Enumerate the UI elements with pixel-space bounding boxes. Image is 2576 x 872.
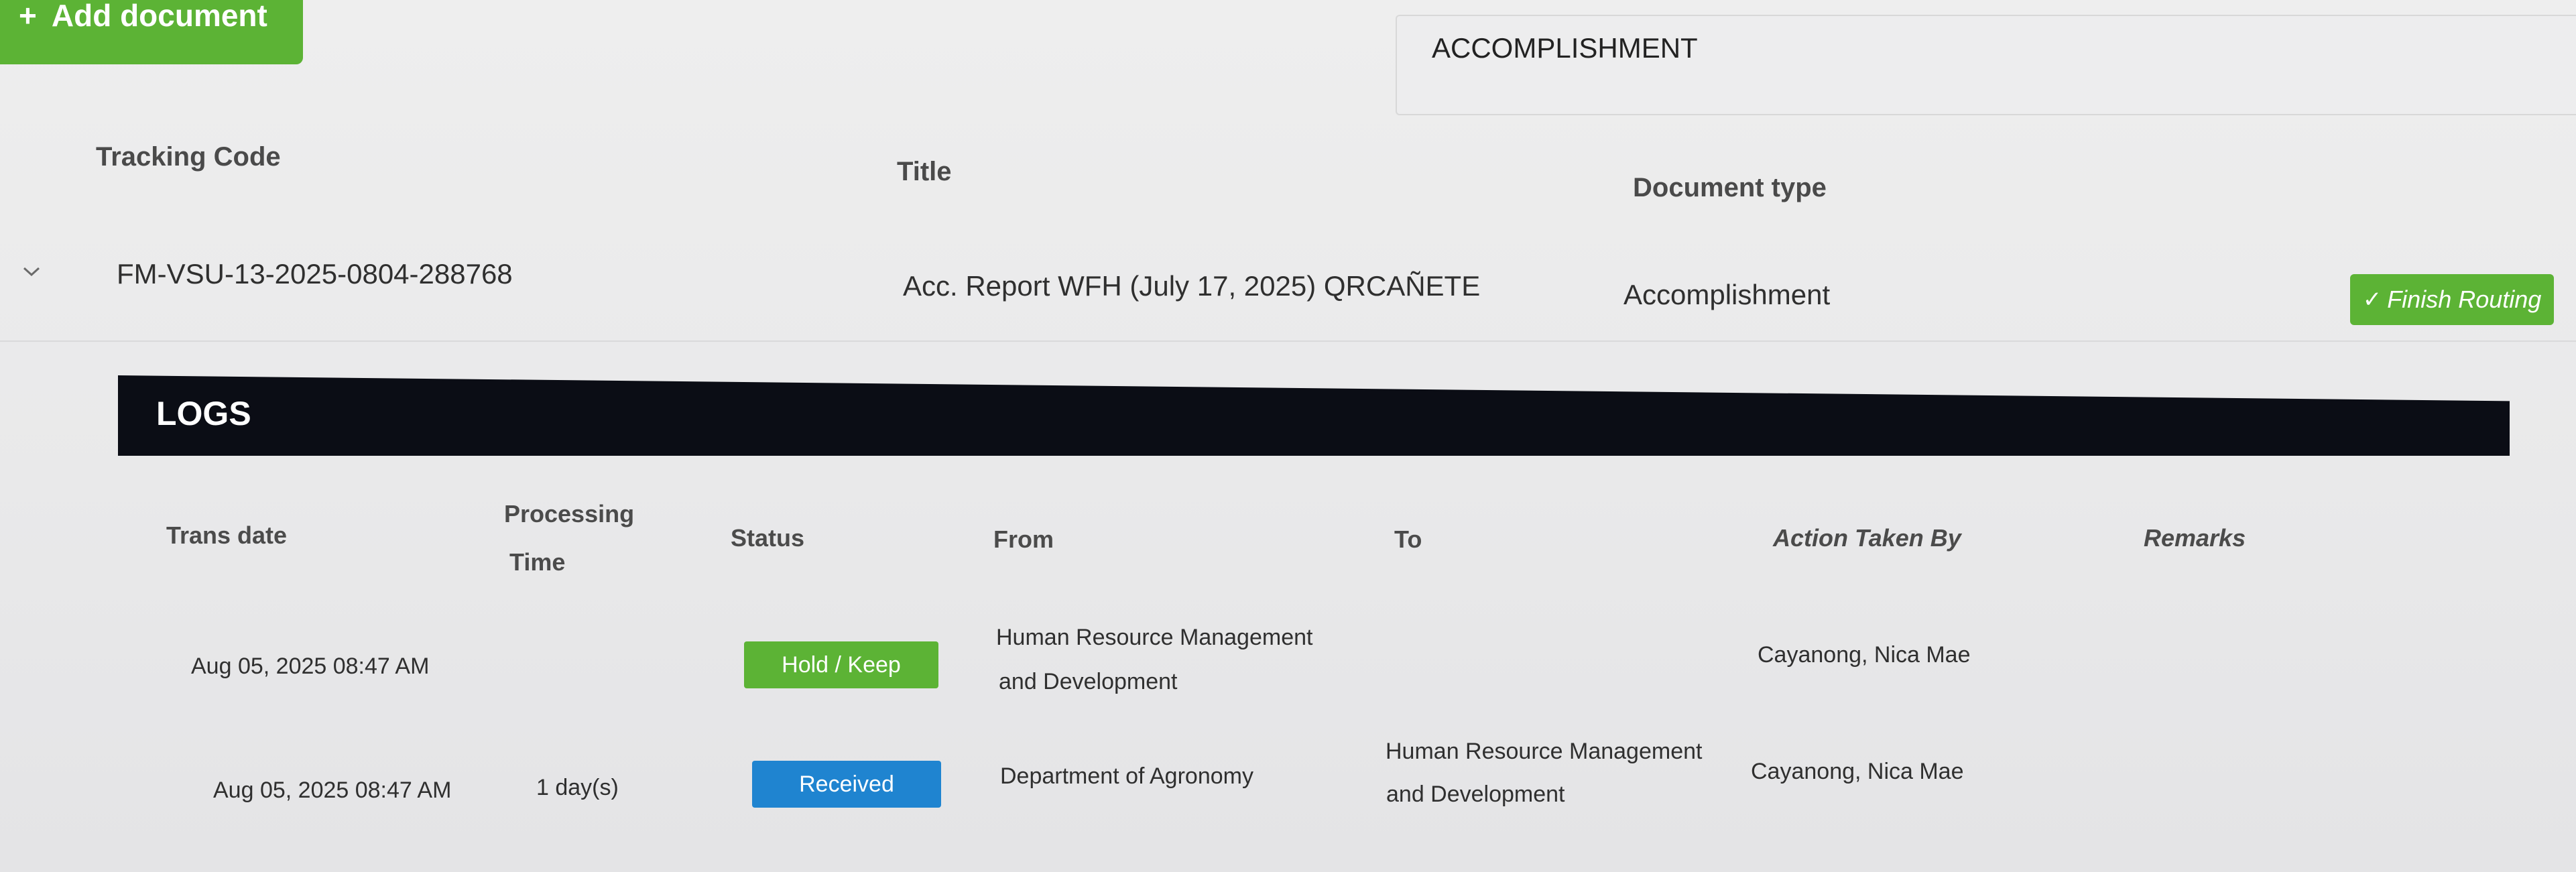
log-row-1-trans-date: Aug 05, 2025 08:47 AM (191, 653, 430, 679)
add-document-button[interactable]: + Add document (0, 0, 303, 64)
log-row-2-processing-time: 1 day(s) (536, 775, 619, 800)
column-header-title: Title (897, 157, 952, 186)
column-header-to: To (1394, 525, 1422, 553)
tracking-code: FM-VSU-13-2025-0804-288768 (117, 258, 513, 290)
log-row-2-to-line2: and Development (1386, 782, 1565, 807)
column-header-document-type: Document type (1633, 173, 1827, 202)
status-badge-received: Received (752, 761, 941, 808)
log-row-2-action-taken-by: Cayanong, Nica Mae (1751, 759, 1964, 784)
log-row-1-action-taken-by: Cayanong, Nica Mae (1758, 642, 1971, 668)
document-type-value: ACCOMPLISHMENT (1432, 32, 1698, 64)
document-type-field[interactable]: ACCOMPLISHMENT (1396, 15, 2576, 115)
column-header-from: From (993, 525, 1054, 553)
finish-routing-button[interactable]: ✓ Finish Routing (2350, 274, 2554, 325)
log-row-2-trans-date: Aug 05, 2025 08:47 AM (213, 777, 452, 803)
logs-title: LOGS (156, 395, 251, 432)
log-row-1-from-line1: Human Resource Management (996, 625, 1313, 650)
logs-header-bar (118, 375, 2510, 456)
plus-icon: + (19, 0, 37, 33)
document-type: Accomplishment (1623, 279, 1831, 310)
document-title: Acc. Report WFH (July 17, 2025) QRCAÑETE (903, 270, 1481, 302)
column-header-trans-date: Trans date (166, 521, 288, 549)
add-document-label: Add document (51, 0, 267, 33)
column-header-tracking-code: Tracking Code (96, 142, 281, 172)
column-header-processing-time-line1: Processing (504, 500, 635, 527)
column-header-status: Status (731, 524, 805, 552)
chevron-down-icon[interactable] (20, 260, 43, 283)
log-row-2-to-line1: Human Resource Management (1386, 739, 1703, 764)
status-badge-hold-keep: Hold / Keep (744, 641, 938, 688)
column-header-processing-time-line2: Time (509, 548, 566, 576)
finish-routing-label: Finish Routing (2387, 286, 2542, 313)
column-header-remarks: Remarks (2144, 524, 2246, 552)
check-icon: ✓ (2362, 287, 2382, 312)
column-header-action-taken-by: Action Taken By (1773, 524, 1961, 552)
log-row-1-from-line2: and Development (999, 669, 1178, 694)
log-row-2-from: Department of Agronomy (1000, 763, 1253, 789)
row-divider (0, 340, 2576, 342)
